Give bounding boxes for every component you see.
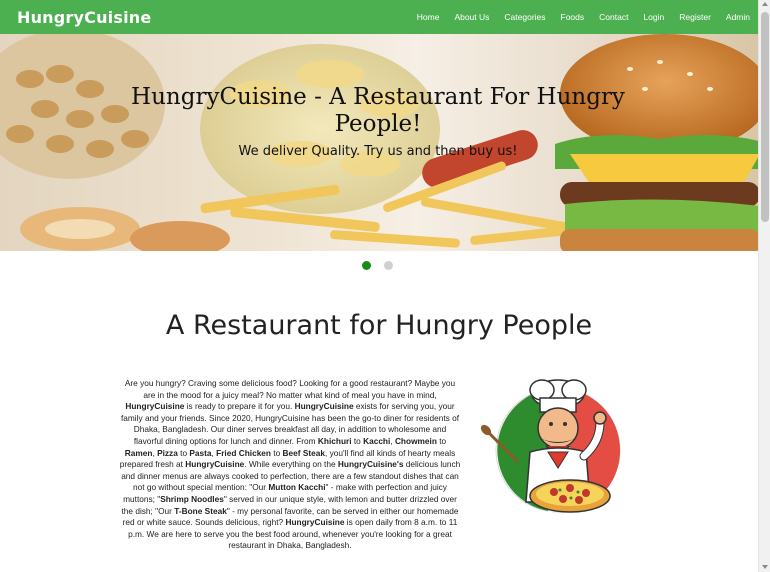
hero-subtitle: We deliver Quality. Try us and then buy … [238, 144, 518, 159]
scrollbar-thumb[interactable] [761, 12, 769, 222]
nav-contact[interactable]: Contact [599, 12, 628, 22]
nav-home[interactable]: Home [417, 12, 440, 22]
page-scrollbar[interactable] [758, 0, 770, 572]
about-text-run: to [271, 447, 283, 458]
nav-login[interactable]: Login [643, 12, 664, 22]
nav-register[interactable]: Register [679, 12, 711, 22]
about-bold-term: Pizza [157, 447, 178, 458]
chef-mascot-icon [480, 379, 621, 513]
about-bold-term: Kacchi [363, 435, 391, 446]
about-bold-term: Chowmein [394, 435, 437, 446]
about-bold-term: HungryCuisine's [337, 459, 404, 470]
about-text-run: to [351, 435, 364, 446]
about-bold-term: Khichuri [317, 435, 352, 446]
nav-admin[interactable]: Admin [726, 12, 750, 22]
nav-about-us[interactable]: About Us [454, 12, 489, 22]
about-paragraph: Are you hungry? Craving some delicious f… [119, 378, 461, 552]
about-bold-term: HungryCuisine [294, 401, 354, 412]
about-text-run: is ready to prepare it for you. [184, 401, 295, 412]
brand-logo[interactable]: HungryCuisine [17, 8, 151, 27]
nav-links: Home About Us Categories Foods Contact L… [402, 0, 750, 34]
section-heading: A Restaurant for Hungry People [165, 310, 593, 341]
carousel-indicator-2[interactable] [384, 261, 393, 270]
about-bold-term: T-Bone Steak [174, 505, 227, 516]
hero-food-image [0, 34, 758, 251]
nav-categories[interactable]: Categories [504, 12, 545, 22]
about-bold-term: HungryCuisine [125, 401, 185, 412]
about-bold-term: Shrimp Noodles [160, 493, 224, 504]
about-text-run: Are you hungry? Craving some delicious f… [124, 378, 456, 400]
about-bold-term: Ramen [124, 447, 153, 458]
hero-carousel[interactable]: HungryCuisine - A Restaurant For Hungry … [0, 34, 758, 251]
scroll-down-icon[interactable] [762, 565, 768, 569]
about-text-run: to [177, 447, 190, 458]
about-bold-term: Mutton Kacchi [268, 482, 326, 493]
carousel-indicator-1[interactable] [362, 261, 371, 270]
nav-foods[interactable]: Foods [561, 12, 585, 22]
scroll-up-icon[interactable] [762, 2, 768, 6]
about-bold-term: HungryCuisine [185, 459, 245, 470]
navbar: HungryCuisine Home About Us Categories F… [0, 0, 758, 34]
about-text-run: . While everything on the [244, 459, 338, 470]
about-bold-term: HungryCuisine [285, 517, 345, 528]
about-text-run: to [436, 435, 447, 446]
about-bold-term: Fried Chicken [216, 447, 271, 458]
about-bold-term: Pasta [189, 447, 212, 458]
hero-title: HungryCuisine - A Restaurant For Hungry … [131, 84, 625, 137]
about-bold-term: Beef Steak [282, 447, 325, 458]
carousel-indicators [362, 261, 406, 270]
